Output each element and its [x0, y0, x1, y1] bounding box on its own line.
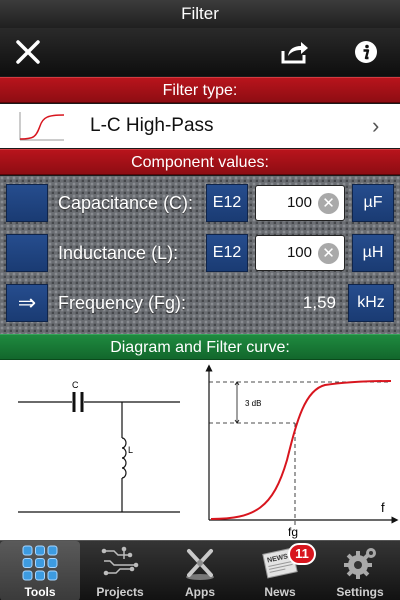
frequency-unit-button[interactable]: kHz [348, 284, 394, 322]
tab-tools-label: Tools [24, 585, 56, 599]
section-component-values: Component values: [0, 149, 400, 175]
section-filter-type: Filter type: [0, 77, 400, 103]
double-arrow-right-icon: ⇒ [17, 290, 37, 315]
circuit-schematic: C L [18, 380, 180, 513]
capacitance-series-button[interactable]: E12 [206, 184, 248, 222]
selected-filter-label: L-C High-Pass [90, 115, 214, 136]
db-label: 3 dB [245, 399, 261, 408]
inductance-value-field[interactable]: 100 ✕ [255, 235, 345, 271]
inductance-value: 100 [286, 244, 312, 261]
chevron-right-icon: › [372, 113, 380, 138]
close-icon [16, 40, 40, 64]
frequency-value: 1,59 [302, 293, 336, 312]
news-badge: 11 [288, 543, 316, 565]
navigation-bar [0, 28, 400, 76]
tab-apps-label: Apps [185, 585, 215, 599]
tab-projects[interactable]: Projects [80, 541, 160, 600]
capacitance-unit-button[interactable]: µF [352, 184, 394, 222]
gear-icon [344, 548, 376, 579]
close-button[interactable] [10, 28, 46, 76]
circuit-board-icon [101, 546, 139, 576]
clear-inductance-icon[interactable]: ✕ [318, 243, 339, 264]
clear-capacitance-icon[interactable]: ✕ [318, 193, 339, 214]
inductance-series-button[interactable]: E12 [206, 234, 248, 272]
capacitor-label: C [72, 380, 79, 390]
frequency-calculate-button[interactable]: ⇒ [6, 284, 48, 322]
info-button[interactable] [350, 28, 382, 76]
frequency-label: Frequency (Fg): [58, 293, 187, 313]
share-icon [281, 42, 308, 64]
tab-settings[interactable]: Settings [320, 541, 400, 600]
inductance-label: Inductance (L): [58, 243, 179, 263]
inductor-label: L [128, 445, 133, 455]
inductance-unit-button[interactable]: µH [352, 234, 394, 272]
tab-settings-label: Settings [336, 585, 384, 599]
tab-projects-label: Projects [96, 585, 144, 599]
filter-curve-graph: 3 dB f fg [205, 364, 399, 539]
frequency-axis-label: f [381, 500, 385, 515]
section-diagram: Diagram and Filter curve: [0, 334, 400, 360]
apps-tools-icon [186, 549, 214, 580]
inductance-lock-button[interactable] [6, 234, 48, 272]
window-title: Filter [0, 0, 400, 28]
tab-tools[interactable]: Tools [0, 541, 80, 600]
tab-news-label: News [264, 585, 296, 599]
tab-bar: Tools Projects Apps NEWS News Settings [0, 540, 400, 600]
highpass-curve-thumbnail-icon [19, 112, 65, 141]
share-button[interactable] [278, 28, 312, 76]
capacitance-value: 100 [286, 194, 312, 211]
info-icon [355, 41, 377, 63]
diagram-panel: C L 3 dB f fg [0, 360, 400, 540]
fg-label: fg [288, 525, 298, 539]
tab-apps[interactable]: Apps [160, 541, 240, 600]
capacitance-label: Capacitance (C): [58, 193, 194, 213]
filter-type-selector[interactable]: L-C High-Pass › [0, 104, 400, 148]
capacitance-lock-button[interactable] [6, 184, 48, 222]
capacitance-value-field[interactable]: 100 ✕ [255, 185, 345, 221]
tools-grid-icon [22, 545, 58, 581]
